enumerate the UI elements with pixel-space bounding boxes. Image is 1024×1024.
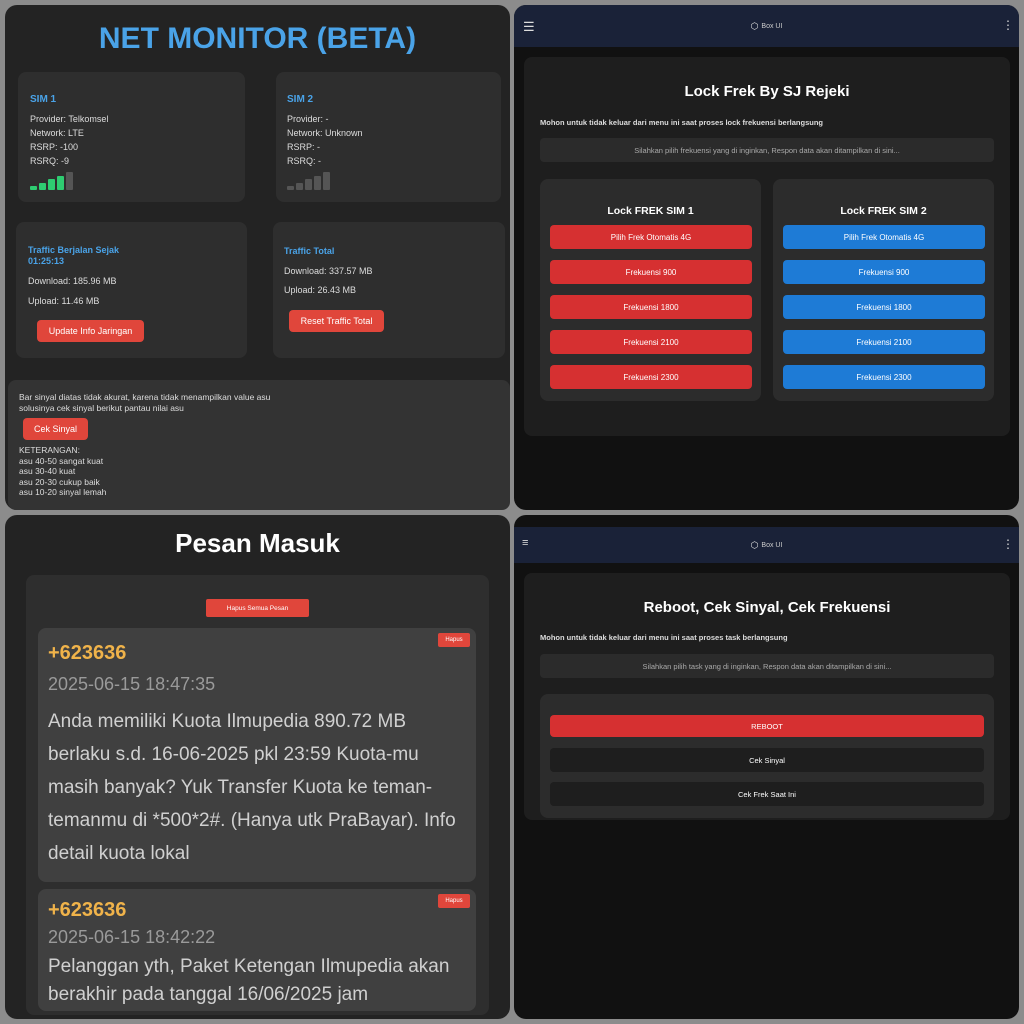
traffic-since-download: Download: 185.96 MB (28, 276, 117, 286)
sim1-network: Network: LTE (30, 128, 84, 138)
net-monitor-panel: NET MONITOR (BETA) SIM 1 Provider: Telko… (5, 5, 510, 510)
sim2-rsrq: RSRQ: - (287, 156, 322, 166)
signal-bar (30, 186, 37, 190)
menu-icon[interactable]: ≡ (522, 537, 528, 549)
reset-traffic-button[interactable]: Reset Traffic Total (289, 310, 384, 332)
sim2-signal-icon (287, 172, 330, 190)
traffic-since-time: 01:25:13 (28, 256, 65, 266)
sim2-freq-button[interactable]: Pilih Frek Otomatis 4G (783, 225, 985, 249)
sim2-freq-button[interactable]: Frekuensi 2100 (783, 330, 985, 354)
app-header: ☰ ⬡ Box UI ⋮ (514, 5, 1019, 47)
signal-bar (39, 182, 46, 190)
sim1-provider: Provider: Telkomsel (30, 114, 109, 124)
sim2-provider: Provider: - (287, 114, 329, 124)
message-sender: +623636 (48, 899, 127, 921)
sim1-lock-title: Lock FREK SIM 1 (607, 205, 694, 217)
sim2-network: Network: Unknown (287, 128, 363, 138)
sim1-freq-button[interactable]: Frekuensi 2300 (550, 365, 752, 389)
page-title: NET MONITOR (BETA) (98, 22, 417, 55)
lock-frek-panel: ☰ ⬡ Box UI ⋮ Lock Frek By SJ Rejeki Moho… (514, 5, 1019, 510)
sim2-freq-button[interactable]: Frekuensi 1800 (783, 295, 985, 319)
lock-frek-title: Lock Frek By SJ Rejeki (684, 83, 850, 100)
delete-all-button[interactable]: Hapus Semua Pesan (206, 599, 309, 617)
app-title: Box UI (761, 541, 783, 549)
message-sender: +623636 (48, 642, 127, 664)
sim1-rsrp: RSRP: -100 (30, 142, 79, 152)
legend-item: asu 40-50 sangat kuat (19, 455, 104, 466)
task-buttons-card: REBOOT Cek Sinyal Cek Frek Saat Ini (540, 694, 994, 818)
response-box: Silahkan pilih task yang di inginkan, Re… (540, 654, 994, 678)
message-card: Hapus +623636 2025-06-15 18:47:35 Anda m… (38, 628, 476, 882)
tasks-card: Reboot, Cek Sinyal, Cek Frekuensi Mohon … (524, 573, 1010, 820)
lock-frek-warning: Mohon untuk tidak keluar dari menu ini s… (540, 118, 823, 127)
signal-bar (305, 179, 312, 190)
response-box: Silahkan pilih frekuensi yang di inginka… (540, 138, 994, 162)
traffic-total-card: Traffic Total Download: 337.57 MB Upload… (273, 222, 505, 358)
sim2-title: SIM 2 (287, 94, 314, 105)
legend-item: asu 20-30 cukup baik (19, 476, 100, 487)
traffic-since-upload: Upload: 11.46 MB (28, 296, 100, 306)
message-body: Pelanggan yth, Paket Ketengan Ilmupedia … (48, 956, 450, 1005)
signal-bar (66, 172, 73, 190)
tasks-warning: Mohon untuk tidak keluar dari menu ini s… (540, 633, 788, 642)
legend-item: asu 30-40 kuat (19, 466, 76, 476)
message-date: 2025-06-15 18:47:35 (48, 674, 216, 694)
inbox-panel: Pesan Masuk Hapus Semua Pesan Hapus +623… (5, 515, 510, 1019)
signal-note-panel: Bar sinyal diatas tidak akurat, karena t… (8, 380, 510, 510)
sim1-lock-card: Lock FREK SIM 1 Pilih Frek Otomatis 4G Fr… (540, 179, 761, 401)
sim2-lock-title: Lock FREK SIM 2 (840, 205, 927, 217)
app-title: Box UI (761, 22, 783, 30)
note-line1: Bar sinyal diatas tidak akurat, karena t… (19, 392, 271, 402)
signal-bar (287, 186, 294, 190)
sim1-freq-button[interactable]: Pilih Frek Otomatis 4G (550, 225, 752, 249)
app-header: ≡ ⬡ Box UI ⋮ (514, 527, 1019, 563)
legend-title: KETERANGAN: (19, 445, 80, 455)
sim1-title: SIM 1 (30, 94, 57, 105)
inbox-container: Hapus Semua Pesan Hapus +623636 2025-06-… (26, 575, 489, 1015)
sim2-card: SIM 2 Provider: - Network: Unknown RSRP:… (276, 72, 501, 202)
more-options-icon[interactable]: ⋮ (1002, 18, 1014, 32)
delete-message-button[interactable]: Hapus (438, 633, 470, 647)
signal-bar (323, 172, 330, 190)
traffic-since-title: Traffic Berjalan Sejak (28, 245, 120, 255)
sim1-freq-button[interactable]: Frekuensi 900 (550, 260, 752, 284)
app-logo-icon: ⬡ (750, 20, 759, 31)
message-body: Anda memiliki Kuota Ilmupedia 890.72 MB … (48, 711, 456, 864)
tasks-panel: ≡ ⬡ Box UI ⋮ Reboot, Cek Sinyal, Cek Fre… (514, 515, 1019, 1019)
more-options-icon[interactable]: ⋮ (1002, 537, 1014, 551)
signal-bar (314, 175, 321, 190)
message-date: 2025-06-15 18:42:22 (48, 927, 216, 947)
sim2-freq-button[interactable]: Frekuensi 900 (783, 260, 985, 284)
sim1-rsrq: RSRQ: -9 (30, 156, 70, 166)
lock-frek-card: Lock Frek By SJ Rejeki Mohon untuk tidak… (524, 57, 1010, 436)
reboot-button[interactable]: REBOOT (550, 715, 984, 737)
sim1-card: SIM 1 Provider: Telkomsel Network: LTE R… (18, 72, 245, 202)
traffic-total-title: Traffic Total (284, 246, 335, 256)
sim1-freq-button[interactable]: Frekuensi 1800 (550, 295, 752, 319)
delete-message-button[interactable]: Hapus (438, 894, 470, 908)
sim2-lock-card: Lock FREK SIM 2 Pilih Frek Otomatis 4G Fr… (773, 179, 994, 401)
note-line2: solusinya cek sinyal berikut pantau nila… (19, 402, 184, 413)
legend-item: asu 10-20 sinyal lemah (19, 487, 107, 497)
sim1-signal-icon (30, 172, 73, 190)
traffic-since-card: Traffic Berjalan Sejak 01:25:13 Download… (16, 222, 247, 358)
sim2-freq-button[interactable]: Frekuensi 2300 (783, 365, 985, 389)
cek-sinyal-button[interactable]: Cek Sinyal (23, 418, 88, 440)
signal-bar (296, 182, 303, 190)
signal-bar (48, 179, 55, 190)
inbox-title: Pesan Masuk (175, 528, 340, 558)
sim2-rsrp: RSRP: - (287, 142, 321, 152)
cek-sinyal-task-button[interactable]: Cek Sinyal (550, 748, 984, 772)
message-card: Hapus +623636 2025-06-15 18:42:22 Pelang… (38, 889, 476, 1011)
tasks-title: Reboot, Cek Sinyal, Cek Frekuensi (643, 599, 891, 616)
signal-bar (57, 175, 64, 190)
update-info-button[interactable]: Update Info Jaringan (37, 320, 144, 342)
app-logo-icon: ⬡ (750, 539, 759, 550)
cek-frek-button[interactable]: Cek Frek Saat Ini (550, 782, 984, 806)
menu-icon[interactable]: ☰ (523, 19, 535, 35)
traffic-total-upload: Upload: 26.43 MB (284, 285, 357, 295)
sim1-freq-button[interactable]: Frekuensi 2100 (550, 330, 752, 354)
traffic-total-download: Download: 337.57 MB (284, 266, 373, 276)
